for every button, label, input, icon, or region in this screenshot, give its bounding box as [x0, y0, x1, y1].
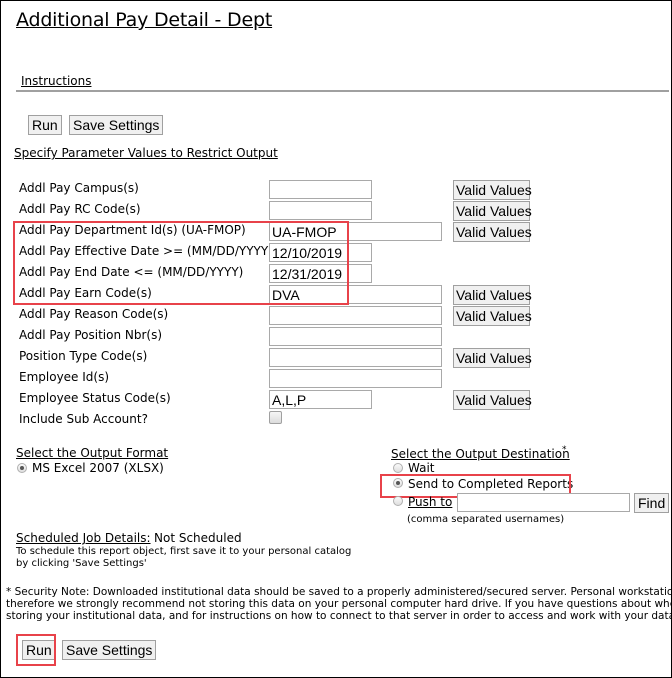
position-nbr-label: Addl Pay Position Nbr(s) — [19, 328, 163, 342]
highlight-box-run — [16, 634, 56, 666]
employee-status-label: Employee Status Code(s) — [19, 391, 171, 405]
scheduled-job-label: Scheduled Job Details: — [16, 531, 151, 545]
report-page: Additional Pay Detail - Dept Instruction… — [0, 0, 672, 678]
push-to-link[interactable]: Push to — [408, 495, 452, 509]
schedule-help-line2: by clicking 'Save Settings' — [16, 558, 147, 569]
employee-id-input[interactable] — [269, 369, 442, 388]
output-format-heading: Select the Output Format — [16, 446, 169, 460]
scheduled-job-status: Not Scheduled — [154, 531, 242, 545]
parameters-heading: Specify Parameter Values to Restrict Out… — [14, 146, 278, 160]
reason-code-input[interactable] — [269, 306, 442, 325]
run-button-top[interactable]: Run — [28, 115, 62, 135]
position-type-label: Position Type Code(s) — [19, 349, 148, 363]
campus-valid-values-button[interactable]: Valid Values — [453, 180, 532, 200]
employee-status-valid-values-button[interactable]: Valid Values — [453, 390, 532, 410]
position-nbr-input[interactable] — [269, 327, 442, 346]
reason-code-label: Addl Pay Reason Code(s) — [19, 307, 169, 321]
campus-label: Addl Pay Campus(s) — [19, 181, 139, 195]
campus-input[interactable] — [269, 180, 372, 199]
save-settings-button-bottom[interactable]: Save Settings — [62, 640, 157, 660]
save-settings-button-top[interactable]: Save Settings — [69, 115, 164, 135]
rc-code-input[interactable] — [269, 201, 372, 220]
security-note-line2: therefore we strongly recommend not stor… — [6, 598, 671, 610]
security-note: * Security Note: Downloaded institutiona… — [6, 586, 671, 622]
destination-wait-label: Wait — [408, 461, 435, 475]
required-marker: * — [562, 445, 567, 455]
reason-code-valid-values-button[interactable]: Valid Values — [453, 306, 532, 326]
department-id-valid-values-button[interactable]: Valid Values — [453, 222, 532, 242]
format-xlsx-radio[interactable] — [17, 463, 27, 473]
position-type-valid-values-button[interactable]: Valid Values — [453, 348, 532, 368]
push-to-input[interactable] — [457, 493, 630, 512]
employee-status-input[interactable] — [269, 390, 372, 409]
destination-wait-radio[interactable] — [393, 463, 403, 473]
security-note-line3: storing your institutional data, and for… — [6, 610, 671, 622]
security-note-line1: Downloaded institutional data should be … — [89, 586, 671, 598]
position-type-input[interactable] — [269, 348, 442, 367]
schedule-help-line1: To schedule this report object, first sa… — [16, 546, 352, 557]
highlight-box-parameters — [13, 221, 349, 305]
format-xlsx-label: MS Excel 2007 (XLSX) — [32, 461, 164, 475]
rc-code-label: Addl Pay RC Code(s) — [19, 202, 141, 216]
security-note-prefix: * Security Note: — [6, 586, 90, 598]
employee-id-label: Employee Id(s) — [19, 370, 110, 384]
rc-code-valid-values-button[interactable]: Valid Values — [453, 201, 532, 221]
include-sub-account-label: Include Sub Account? — [19, 412, 148, 426]
destination-push-to-radio[interactable] — [393, 496, 403, 506]
divider — [16, 90, 669, 92]
instructions-link[interactable]: Instructions — [21, 74, 91, 88]
push-to-hint: (comma separated usernames) — [407, 514, 565, 525]
page-title: Additional Pay Detail - Dept — [16, 9, 273, 31]
output-destination-heading: Select the Output Destination — [391, 447, 570, 461]
earn-code-valid-values-button[interactable]: Valid Values — [453, 285, 532, 305]
include-sub-account-checkbox[interactable] — [269, 411, 282, 424]
find-button[interactable]: Find — [634, 493, 670, 513]
